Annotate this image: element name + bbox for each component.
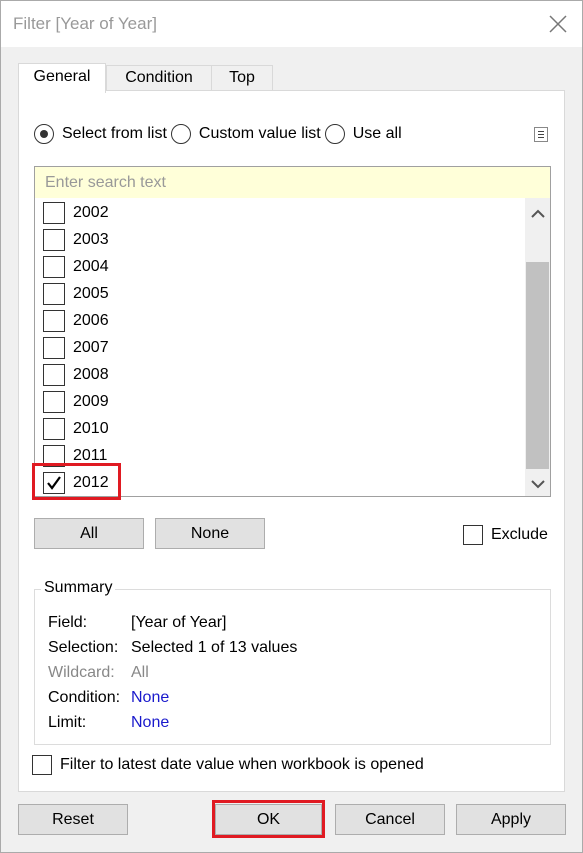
summary-link[interactable]: None <box>131 689 169 707</box>
checkbox[interactable] <box>43 282 65 305</box>
latest-date-label: Filter to latest date value when workboo… <box>60 756 424 773</box>
none-button[interactable]: None <box>155 518 265 549</box>
list-item[interactable]: 2002 <box>43 199 109 226</box>
list-item-label: 2010 <box>73 419 109 437</box>
list-item-label: 2007 <box>73 338 109 356</box>
checkbox[interactable] <box>43 201 65 224</box>
value-list-box: 2002 2003 2004 2005 2006 <box>34 166 551 497</box>
checkbox-checked[interactable] <box>43 471 65 494</box>
list-item[interactable]: 2010 <box>43 415 109 442</box>
summary-value: All <box>131 664 149 681</box>
radio-select-from-list[interactable]: Select from list <box>34 124 167 144</box>
radio-custom-value-list[interactable]: Custom value list <box>170 124 321 144</box>
dialog-title: Filter [Year of Year] <box>13 14 157 33</box>
search-input[interactable] <box>35 167 550 198</box>
summary-key: Field: <box>48 614 88 631</box>
reset-button[interactable]: Reset <box>18 804 128 835</box>
list-item-label: 2005 <box>73 284 109 302</box>
summary-key: Limit: <box>48 714 87 731</box>
general-tab-panel: Select from list Custom value list Use a… <box>18 90 565 792</box>
filter-dialog: Filter [Year of Year] General Condition … <box>0 0 583 853</box>
list-scrollbar[interactable] <box>525 198 550 496</box>
list-item[interactable]: 2005 <box>43 280 109 307</box>
summary-link[interactable]: None <box>131 714 169 732</box>
close-button[interactable] <box>546 12 570 36</box>
apply-button[interactable]: Apply <box>456 804 566 835</box>
list-item[interactable]: 2006 <box>43 307 109 334</box>
close-icon <box>549 15 567 33</box>
list-item-label: 2004 <box>73 257 109 275</box>
scroll-up-icon[interactable] <box>531 209 545 219</box>
all-button[interactable]: All <box>34 518 144 549</box>
summary-key: Condition: <box>48 689 121 706</box>
scroll-down-icon[interactable] <box>531 479 545 489</box>
radio-label: Use all <box>352 125 402 142</box>
list-item[interactable]: 2011 <box>43 442 107 469</box>
radio-button-off <box>170 124 191 144</box>
checkbox[interactable] <box>43 417 65 440</box>
selection-mode-group: Select from list Custom value list Use a… <box>34 124 406 144</box>
summary-group: Summary Field: [Year of Year] Selection:… <box>34 579 551 745</box>
summary-legend: Summary <box>41 579 116 597</box>
radio-use-all[interactable]: Use all <box>324 124 402 144</box>
radio-label: Select from list <box>62 125 167 142</box>
list-item[interactable]: 2003 <box>43 226 109 253</box>
list-item-label: 2012 <box>73 473 109 491</box>
list-item[interactable]: 2012 <box>43 469 109 496</box>
list-item-label: 2002 <box>73 203 109 221</box>
list-item-label: 2011 <box>73 446 108 464</box>
latest-date-checkbox[interactable] <box>32 755 52 775</box>
checkbox[interactable] <box>43 228 65 251</box>
list-item-label: 2009 <box>73 392 109 410</box>
checkbox[interactable] <box>43 309 65 332</box>
list-item[interactable]: 2008 <box>43 361 109 388</box>
list-item[interactable]: 2004 <box>43 253 109 280</box>
list-options-menu-icon[interactable] <box>534 127 548 142</box>
title-bar: Filter [Year of Year] <box>1 1 582 47</box>
summary-value: [Year of Year] <box>131 614 227 631</box>
summary-value: Selected 1 of 13 values <box>131 639 298 656</box>
exclude-checkbox[interactable] <box>463 525 483 545</box>
exclude-option[interactable]: Exclude <box>463 525 548 545</box>
scrollbar-thumb[interactable] <box>526 262 549 469</box>
checkbox[interactable] <box>43 444 65 467</box>
radio-button-on <box>34 124 54 144</box>
tab-condition[interactable]: Condition <box>106 65 212 91</box>
radio-label: Custom value list <box>198 125 321 142</box>
checkbox[interactable] <box>43 390 65 413</box>
list-item-label: 2003 <box>73 230 109 248</box>
checkmark-icon <box>47 475 61 490</box>
checkbox[interactable] <box>43 336 65 359</box>
summary-key: Selection: <box>48 639 119 656</box>
list-item-label: 2008 <box>73 365 109 383</box>
checkbox[interactable] <box>43 363 65 386</box>
radio-button-off <box>324 124 345 144</box>
value-list: 2002 2003 2004 2005 2006 2007 2008 2009 … <box>35 199 525 496</box>
list-item-label: 2006 <box>73 311 109 329</box>
cancel-button[interactable]: Cancel <box>335 804 445 835</box>
summary-key: Wildcard: <box>48 664 115 681</box>
exclude-label: Exclude <box>491 526 548 543</box>
list-item[interactable]: 2007 <box>43 334 109 361</box>
checkbox[interactable] <box>43 255 65 278</box>
ok-button[interactable]: OK <box>215 804 322 835</box>
tab-general[interactable]: General <box>18 63 106 93</box>
list-item[interactable]: 2009 <box>43 388 109 415</box>
tab-top[interactable]: Top <box>211 65 273 91</box>
latest-date-option[interactable]: Filter to latest date value when workboo… <box>32 755 424 775</box>
